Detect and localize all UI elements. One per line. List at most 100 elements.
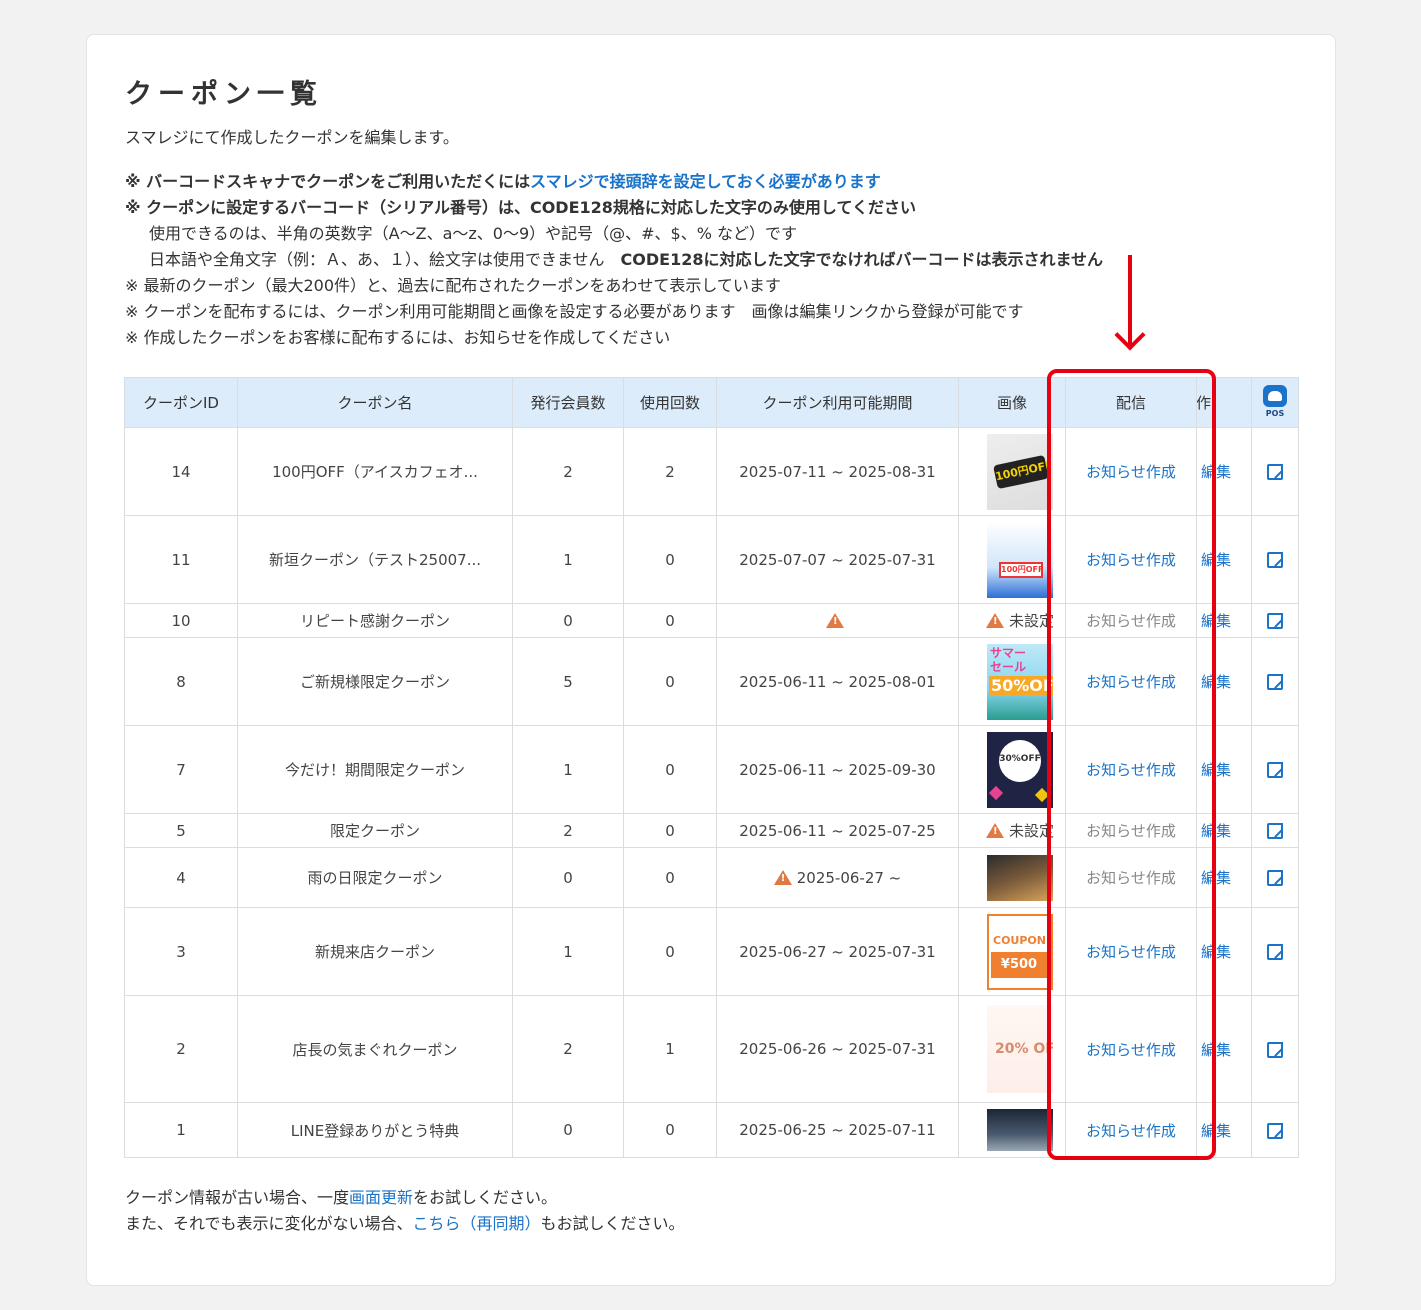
table-row: 8 ご新規様限定クーポン 5 0 2025-06-11 ~ 2025-08-01 サマーセ… — [124, 637, 1299, 726]
cell-members: 2 — [512, 813, 624, 848]
cell-members: 2 — [512, 427, 624, 516]
create-notice-button[interactable]: お知らせ作成 — [1086, 673, 1176, 691]
cell-image: COUPON ¥500 — [958, 907, 1066, 996]
footer-line-2: また、それでも表示に変化がない場合、こちら（再同期）もお試しください。 — [125, 1214, 685, 1233]
note-2: ※ クーポンに設定するバーコード（シリアル番号）は、CODE128規格に対応した… — [125, 198, 916, 217]
cell-pos — [1251, 907, 1299, 996]
cell-deliver: お知らせ作成 — [1065, 1102, 1197, 1158]
cell-id: 2 — [124, 995, 238, 1103]
edit-link[interactable]: 編集 — [1201, 943, 1231, 961]
create-notice-button: お知らせ作成 — [1086, 612, 1176, 630]
cell-image: 20% OFF — [958, 995, 1066, 1103]
cell-uses: 0 — [623, 1102, 717, 1158]
cell-edit: 編集 — [1196, 603, 1252, 638]
refresh-link[interactable]: 画面更新 — [349, 1188, 413, 1207]
cell-name: リピート感謝クーポン — [237, 603, 513, 638]
cell-id: 1 — [124, 1102, 238, 1158]
external-link-icon[interactable] — [1267, 552, 1283, 568]
cell-members: 0 — [512, 603, 624, 638]
cell-period: 2025-07-11 ~ 2025-08-31 — [716, 427, 959, 516]
create-notice-button[interactable]: お知らせ作成 — [1086, 1122, 1176, 1140]
edit-link[interactable]: 編集 — [1201, 551, 1231, 569]
create-notice-button[interactable]: お知らせ作成 — [1086, 463, 1176, 481]
edit-link[interactable]: 編集 — [1201, 612, 1231, 630]
cell-edit: 編集 — [1196, 847, 1252, 908]
page-subtitle: スマレジにて作成したクーポンを編集します。 — [125, 128, 459, 147]
cell-uses: 0 — [623, 907, 717, 996]
col-header-period: クーポン利用可能期間 — [716, 377, 959, 428]
resync-link[interactable]: こちら（再同期） — [413, 1214, 541, 1233]
cell-period: 2025-06-11 ~ 2025-08-01 — [716, 637, 959, 726]
col-header-uses: 使用回数 — [623, 377, 717, 428]
cell-name: LINE登録ありがとう特典 — [237, 1102, 513, 1158]
image-unset: 未設定 — [985, 610, 1054, 631]
cell-members: 0 — [512, 1102, 624, 1158]
table-row: 10リピート感謝クーポン00未設定お知らせ作成編集 — [124, 603, 1299, 638]
cell-deliver: お知らせ作成 — [1065, 427, 1197, 516]
external-link-icon[interactable] — [1267, 1122, 1283, 1139]
create-notice-button[interactable]: お知らせ作成 — [1086, 551, 1176, 569]
edit-link[interactable]: 編集 — [1201, 869, 1231, 887]
cell-uses: 0 — [623, 725, 717, 814]
table-row: 14 100円OFF（アイスカフェオ... 2 2 2025-07-11 ~ 2025-… — [124, 427, 1299, 516]
external-link-icon[interactable] — [1267, 762, 1283, 778]
edit-link[interactable]: 編集 — [1201, 822, 1231, 840]
create-notice-button: お知らせ作成 — [1086, 822, 1176, 840]
cell-deliver: お知らせ作成 — [1065, 813, 1197, 848]
cell-period: 2025-07-07 ~ 2025-07-31 — [716, 515, 959, 604]
edit-link[interactable]: 編集 — [1201, 1122, 1231, 1140]
cell-id: 14 — [124, 427, 238, 516]
cell-edit: 編集 — [1196, 427, 1252, 516]
cell-pos — [1251, 813, 1299, 848]
cell-id: 10 — [124, 603, 238, 638]
warning-icon — [985, 612, 1004, 628]
cell-period — [716, 603, 959, 638]
cell-edit: 編集 — [1196, 907, 1252, 996]
cell-name: 今だけ！期間限定クーポン — [237, 725, 513, 814]
external-link-icon[interactable] — [1267, 870, 1283, 886]
col-header-ops: 操作 — [1196, 377, 1252, 428]
cell-members: 0 — [512, 847, 624, 908]
external-link-icon[interactable] — [1267, 823, 1283, 839]
edit-link[interactable]: 編集 — [1201, 761, 1231, 779]
external-link-icon[interactable] — [1267, 613, 1283, 629]
coupon-table: クーポンID クーポン名 発行会員数 使用回数 クーポン利用可能期間 画像 配信… — [124, 377, 1299, 1158]
cell-edit: 編集 — [1196, 637, 1252, 726]
cell-image: 30%OFF — [958, 725, 1066, 814]
coupon-thumbnail: 100円OFF — [987, 521, 1053, 598]
edit-link[interactable]: 編集 — [1201, 673, 1231, 691]
cell-id: 7 — [124, 725, 238, 814]
cell-edit: 編集 — [1196, 725, 1252, 814]
cell-period: 2025-06-11 ~ 2025-09-30 — [716, 725, 959, 814]
external-link-icon[interactable] — [1267, 464, 1283, 480]
image-unset: 未設定 — [985, 820, 1054, 841]
create-notice-button[interactable]: お知らせ作成 — [1086, 761, 1176, 779]
cell-members: 1 — [512, 515, 624, 604]
note-4: 日本語や全角文字（例：Ａ、あ、１）、絵文字は使用できません CODE128に対応… — [149, 250, 1104, 269]
external-link-icon[interactable] — [1267, 674, 1283, 690]
cell-image: 未設定 — [958, 603, 1066, 638]
cell-name: 限定クーポン — [237, 813, 513, 848]
page-title: クーポン一覧 — [125, 79, 323, 110]
coupon-thumbnail: COUPON ¥500 — [987, 913, 1053, 990]
cell-members: 5 — [512, 637, 624, 726]
external-link-icon[interactable] — [1267, 944, 1283, 960]
cell-period: 2025-06-27 ~ 2025-07-31 — [716, 907, 959, 996]
table-row: 7 今だけ！期間限定クーポン 1 0 2025-06-11 ~ 2025-09-30 30… — [124, 725, 1299, 814]
coupon-thumbnail — [987, 1109, 1053, 1151]
edit-link[interactable]: 編集 — [1201, 1041, 1231, 1059]
edit-link[interactable]: 編集 — [1201, 463, 1231, 481]
coupon-thumbnail: 30%OFF — [987, 731, 1053, 808]
pos-icon: POS — [1263, 385, 1287, 419]
create-notice-button[interactable]: お知らせ作成 — [1086, 943, 1176, 961]
table-header-row: クーポンID クーポン名 発行会員数 使用回数 クーポン利用可能期間 画像 配信… — [124, 377, 1299, 428]
cell-image — [958, 847, 1066, 908]
cell-uses: 0 — [623, 637, 717, 726]
external-link-icon[interactable] — [1267, 1041, 1283, 1058]
cell-image: 未設定 — [958, 813, 1066, 848]
cell-uses: 2 — [623, 427, 717, 516]
cell-pos — [1251, 847, 1299, 908]
prefix-setting-link[interactable]: スマレジで接頭辞を設定しておく必要があります — [530, 172, 881, 191]
cell-image — [958, 1102, 1066, 1158]
create-notice-button[interactable]: お知らせ作成 — [1086, 1041, 1176, 1059]
